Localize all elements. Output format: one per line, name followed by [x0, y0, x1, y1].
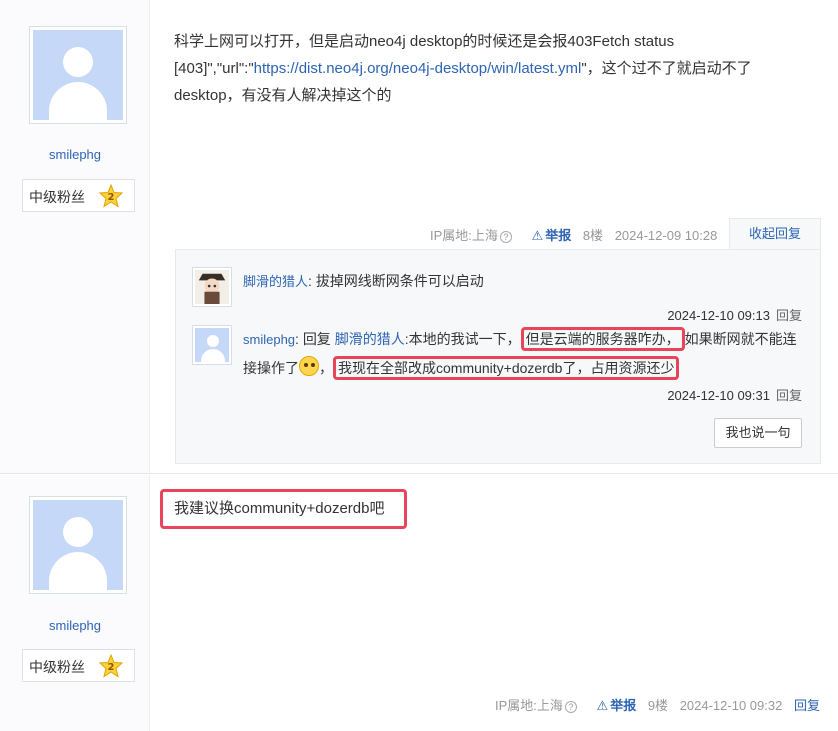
highlight-box: 但是云端的服务器咋办，: [520, 327, 685, 351]
author-column: smilephg 中级粉丝 2: [0, 0, 150, 473]
author-column: smilephg 中级粉丝 2: [0, 475, 150, 731]
reply-to-user[interactable]: 脚滑的猎人: [335, 331, 405, 347]
star-level-icon: 2: [99, 184, 123, 208]
badge-label: 中级粉丝: [29, 659, 85, 675]
highlight-box: 我建议换community+dozerdb吧: [160, 489, 408, 529]
reply-time: 2024-12-10 09:13: [667, 308, 770, 323]
collapse-replies-button[interactable]: 收起回复: [729, 218, 821, 250]
reply-content: :本地的我试一下，: [404, 331, 521, 347]
thinking-emoji-icon: [299, 356, 319, 376]
reply-meta: 2024-12-10 09:13 回复: [667, 305, 802, 324]
floor-number: 9楼: [647, 698, 669, 713]
warning-icon: ⚠: [531, 228, 544, 243]
say-something-button[interactable]: 我也说一句: [714, 418, 802, 448]
post-content: 我建议换community+dozerdb吧: [160, 489, 408, 529]
reply-meta: 2024-12-10 09:31 回复: [667, 385, 802, 404]
warning-icon: ⚠: [596, 698, 609, 713]
reply-avatar[interactable]: [192, 325, 232, 365]
reply-button[interactable]: 回复: [794, 695, 820, 714]
reply-text: smilephg: 回复 脚滑的猎人:本地的我试一下， 但是云端的服务器咋办， 如果…: [243, 325, 801, 382]
author-name[interactable]: smilephg: [0, 147, 150, 162]
author-avatar[interactable]: [29, 496, 127, 594]
badge-label: 中级粉丝: [29, 189, 85, 205]
post-floor-8: smilephg 中级粉丝 2 科学上网可以打开，但是启动neo4j deskt…: [0, 0, 838, 474]
post-tail: IP属地:上海? ⚠ 举报 8楼 2024-12-09 10:28: [430, 225, 717, 244]
ip-location: IP属地:上海?: [495, 695, 577, 714]
ip-location: IP属地:上海?: [430, 225, 512, 244]
post-link[interactable]: https://dist.neo4j.org/neo4j-desktop/win…: [254, 60, 582, 77]
report-button[interactable]: ⚠ 举报: [589, 695, 637, 714]
help-icon[interactable]: ?: [564, 701, 577, 713]
post-floor-9: smilephg 中级粉丝 2 我建议换community+dozerdb吧 I…: [0, 475, 838, 731]
report-button[interactable]: ⚠ 举报: [524, 225, 572, 244]
reply-prefix: 回复: [302, 331, 331, 347]
fan-level-badge[interactable]: 中级粉丝 2: [22, 649, 135, 682]
reply-item: smilephg: 回复 脚滑的猎人:本地的我试一下， 但是云端的服务器咋办， 如果…: [192, 325, 802, 405]
default-avatar-icon: [33, 500, 123, 590]
highlight-box: 我现在全部改成community+dozerdb了，占用资源还少: [333, 356, 680, 380]
badge-level: 2: [108, 662, 115, 673]
reply-button[interactable]: 回复: [776, 388, 802, 403]
post-content: 科学上网可以打开，但是启动neo4j desktop的时候还是会报403Fetc…: [174, 28, 804, 109]
default-avatar-icon: [33, 30, 123, 120]
reply-list: 脚滑的猎人: 拔掉网线断网条件可以启动 2024-12-10 09:13 回复 s…: [175, 249, 821, 464]
floor-number: 8楼: [582, 228, 604, 243]
default-avatar-icon: [195, 328, 229, 362]
reply-author[interactable]: 脚滑的猎人: [243, 274, 308, 289]
post-time: 2024-12-10 09:32: [679, 698, 783, 713]
star-level-icon: 2: [99, 654, 123, 678]
reply-time: 2024-12-10 09:31: [667, 388, 770, 403]
hunter-avatar-icon: [195, 270, 229, 304]
reply-content: ，: [319, 360, 333, 376]
post-tail: IP属地:上海? ⚠ 举报 9楼 2024-12-10 09:32 回复: [495, 695, 820, 714]
reply-author[interactable]: smilephg: [243, 332, 295, 347]
author-avatar[interactable]: [29, 26, 127, 124]
reply-avatar[interactable]: [192, 267, 232, 307]
help-icon[interactable]: ?: [499, 231, 512, 243]
reply-text: 脚滑的猎人: 拔掉网线断网条件可以启动: [243, 273, 484, 289]
reply-content: 拔掉网线断网条件可以启动: [315, 273, 484, 289]
reply-item: 脚滑的猎人: 拔掉网线断网条件可以启动 2024-12-10 09:13 回复: [192, 267, 802, 323]
fan-level-badge[interactable]: 中级粉丝 2: [22, 179, 135, 212]
post-time: 2024-12-09 10:28: [614, 228, 718, 243]
badge-level: 2: [108, 192, 115, 203]
reply-button[interactable]: 回复: [776, 308, 802, 323]
author-name[interactable]: smilephg: [0, 618, 150, 633]
